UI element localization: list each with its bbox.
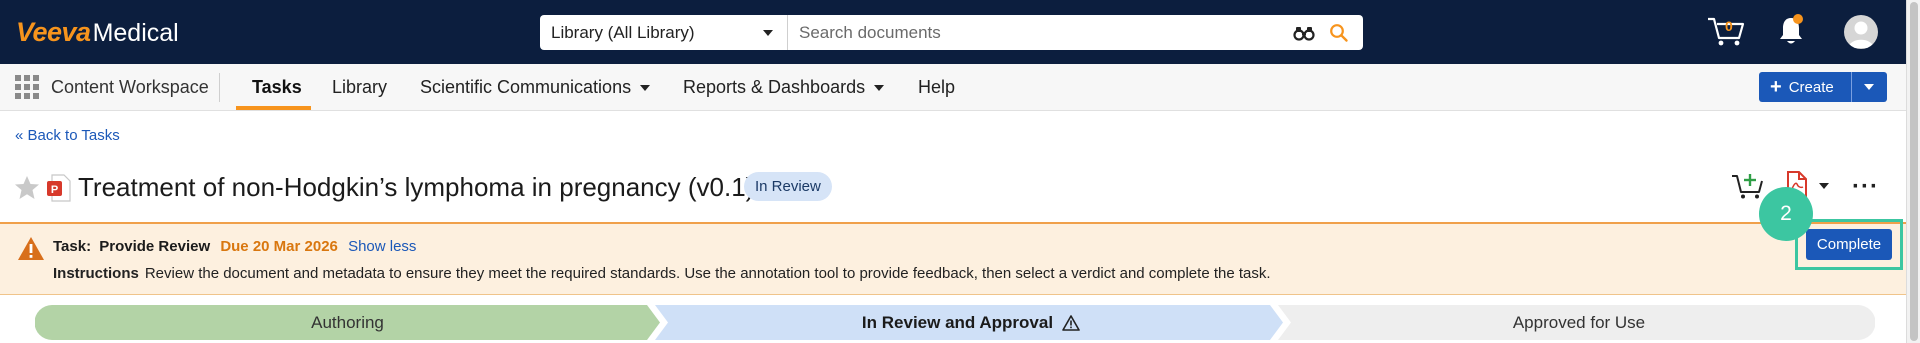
task-instructions: Instructions Review the document and meta… (53, 265, 1271, 282)
notifications-button[interactable] (1777, 14, 1805, 52)
cart-count: 0 (1725, 18, 1733, 34)
instructions-text: Review the document and metadata to ensu… (144, 265, 1271, 282)
search-scope-select[interactable]: Library (All Library) (540, 15, 788, 50)
tab-scientific-communications-label: Scientific Communications (420, 77, 632, 97)
binoculars-icon[interactable] (1293, 24, 1315, 47)
create-main-button[interactable]: + Create (1759, 72, 1852, 102)
lifecycle-stage-approved: Approved for Use (1283, 305, 1875, 340)
chevron-down-icon (640, 85, 651, 92)
main-nav: Content Workspace Tasks Library Scientif… (0, 64, 1906, 111)
task-name: Provide Review (99, 238, 211, 255)
add-to-cart-icon[interactable] (1731, 172, 1765, 205)
create-dropdown-button[interactable] (1852, 72, 1887, 102)
logo-medical-text: Medical (92, 19, 179, 47)
create-button[interactable]: + Create (1759, 72, 1887, 102)
cart-button[interactable]: 0 (1706, 14, 1746, 53)
scrollbar-thumb[interactable] (1910, 2, 1918, 341)
task-label: Task: (53, 238, 92, 255)
task-banner: Task: Provide Review Due 20 Mar 2026 Sho… (0, 222, 1906, 295)
warning-icon (17, 236, 45, 266)
avatar[interactable] (1844, 15, 1878, 49)
stage-label: Approved for Use (1512, 312, 1646, 332)
tab-library[interactable]: Library (332, 77, 387, 98)
lifecycle-stage-authoring: Authoring (35, 305, 660, 340)
tab-tasks[interactable]: Tasks (252, 77, 302, 98)
tab-reports-dashboards[interactable]: Reports & Dashboards (683, 77, 885, 98)
back-to-tasks-link[interactable]: « Back to Tasks (15, 127, 120, 144)
lifecycle-bar: Authoring In Review and Approval Approve… (35, 305, 1875, 340)
show-less-link[interactable]: Show less (348, 238, 416, 255)
status-badge: In Review (744, 172, 832, 201)
app-launcher-icon[interactable] (15, 75, 39, 99)
svg-text:P: P (51, 184, 58, 196)
tab-help[interactable]: Help (918, 77, 955, 98)
favorite-star-icon[interactable] (14, 175, 40, 205)
lifecycle-stage-in-review: In Review and Approval (660, 305, 1282, 340)
stage-label: In Review and Approval (861, 312, 1054, 332)
task-summary: Task: Provide Review Due 20 Mar 2026 Sho… (53, 238, 416, 255)
pdf-file-icon: P (46, 174, 72, 207)
page-scrollbar[interactable] (1906, 0, 1920, 343)
document-title: Treatment of non-Hodgkin’s lymphoma in p… (78, 172, 755, 202)
notification-dot (1793, 14, 1803, 24)
stage-label: Authoring (311, 312, 384, 332)
workspace-switcher[interactable]: Content Workspace (51, 77, 209, 98)
tab-scientific-communications[interactable]: Scientific Communications (420, 77, 651, 98)
task-due-date: Due 20 Mar 2026 (220, 238, 338, 255)
more-actions-icon[interactable]: ··· (1852, 173, 1879, 201)
logo-veeva-text: Veeva (16, 17, 91, 47)
global-search: Library (All Library) (540, 15, 1363, 50)
complete-highlight: Complete (1795, 219, 1903, 270)
plus-icon: + (1770, 76, 1782, 98)
chevron-down-icon[interactable] (1819, 183, 1829, 189)
top-header: Veeva Medical Library (All Library) Sear… (0, 0, 1906, 64)
alert-triangle-icon (1062, 314, 1080, 331)
search-scope-value: Library (All Library) (551, 22, 695, 42)
tab-reports-dashboards-label: Reports & Dashboards (683, 77, 866, 97)
complete-button[interactable]: Complete (1806, 229, 1892, 260)
search-icon[interactable] (1329, 23, 1349, 48)
chevron-down-icon (874, 85, 885, 92)
step-badge: 2 (1759, 187, 1813, 241)
chevron-down-icon (763, 30, 773, 36)
create-label: Create (1788, 78, 1834, 96)
active-tab-indicator (236, 106, 311, 110)
nav-divider (219, 73, 220, 102)
instructions-label: Instructions (53, 265, 139, 282)
veeva-medical-logo[interactable]: Veeva Medical (16, 17, 179, 47)
search-input[interactable] (788, 15, 1363, 50)
